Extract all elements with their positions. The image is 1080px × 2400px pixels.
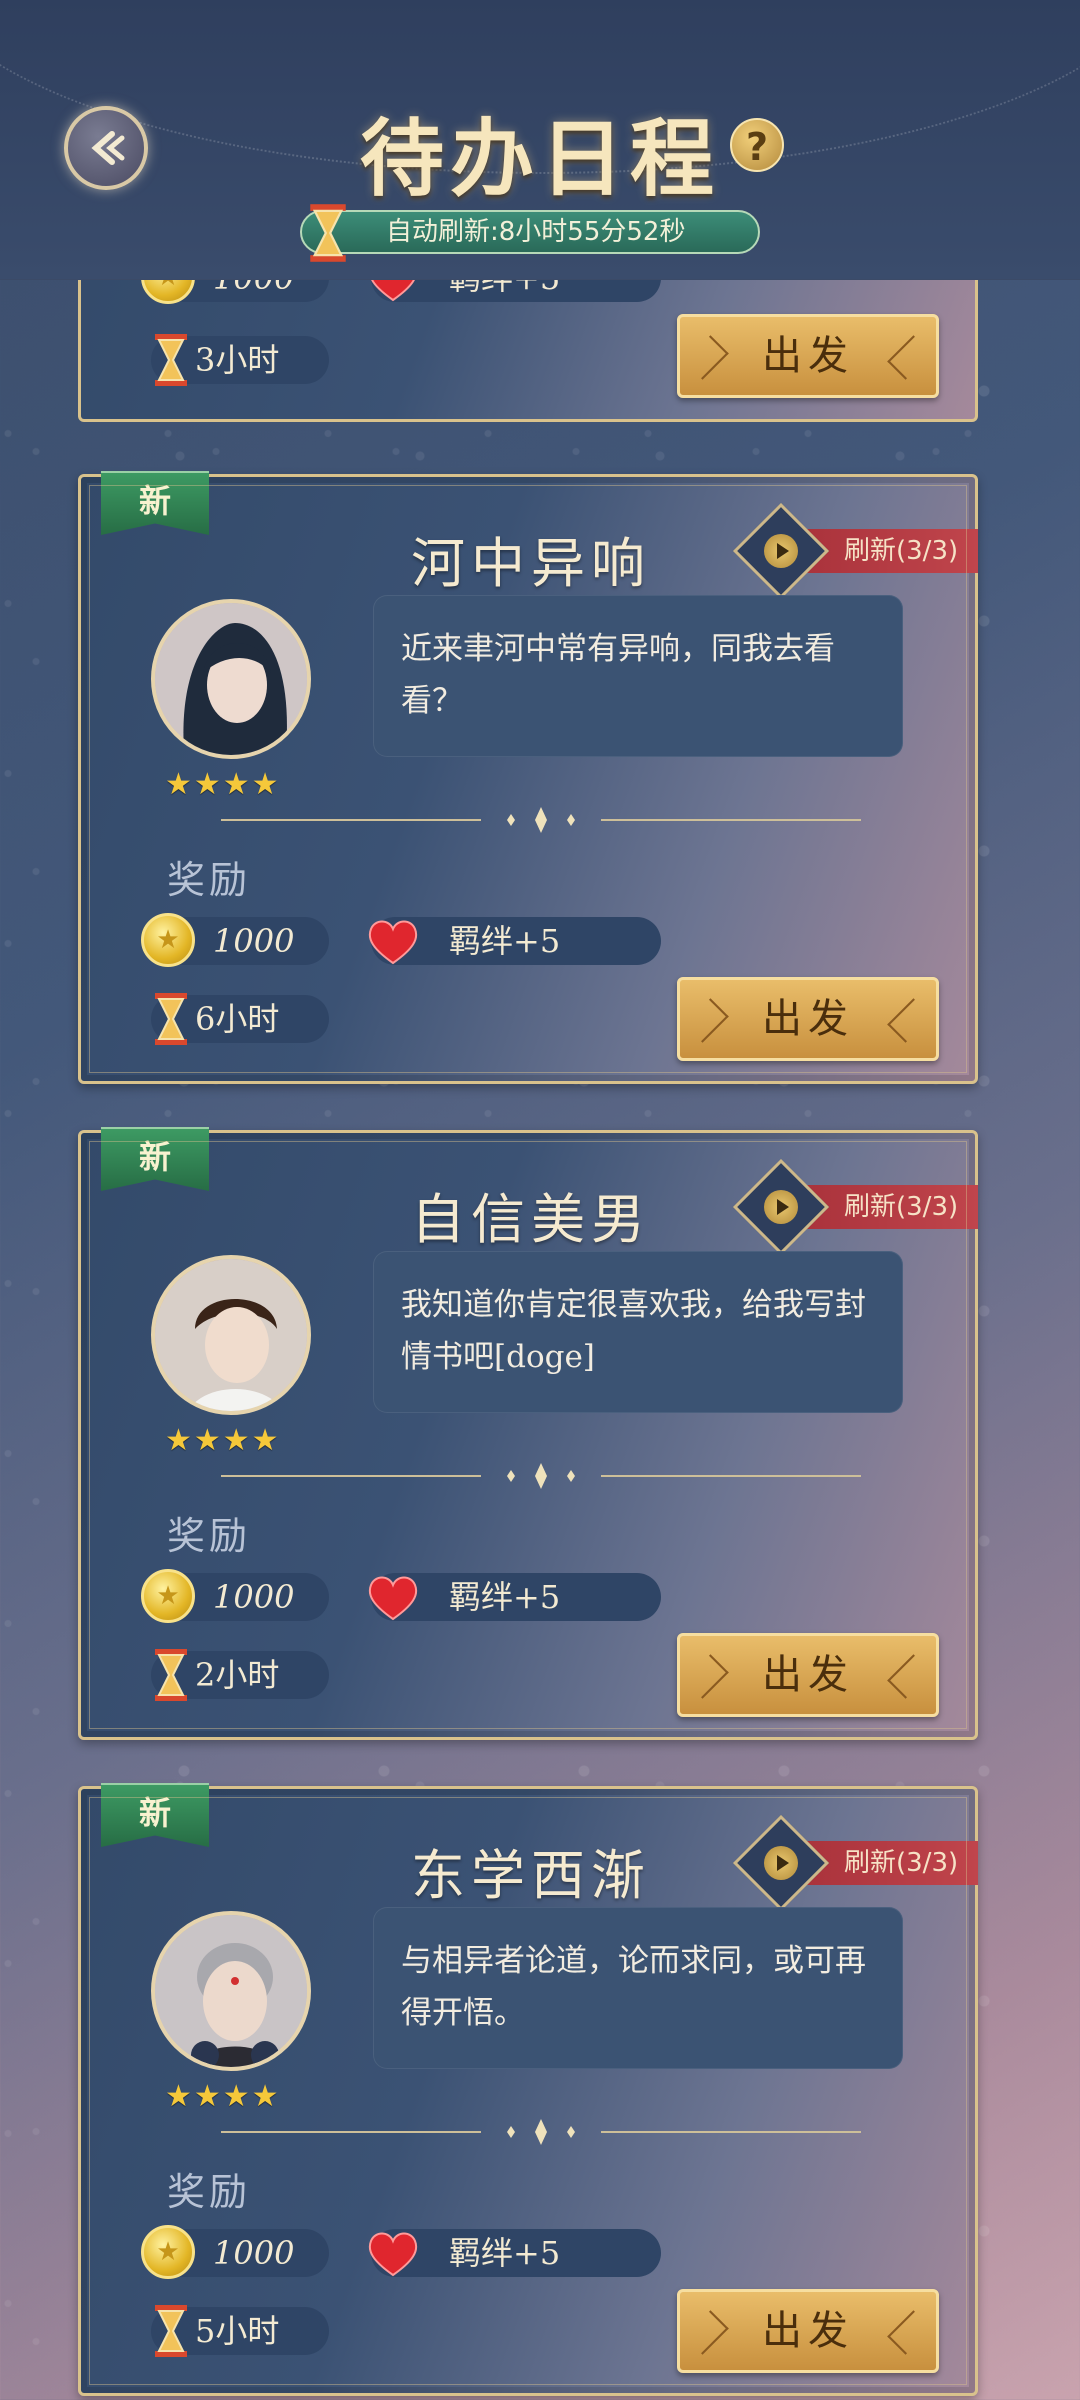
- time-amount: 3小时: [195, 341, 280, 379]
- bond-reward: 羁绊+5: [368, 2229, 661, 2277]
- time-cost: 2小时: [151, 1649, 329, 1701]
- go-button[interactable]: 出发: [677, 1633, 939, 1717]
- time-cost: 5小时: [151, 2305, 329, 2357]
- heart-icon: [368, 1576, 418, 1621]
- go-button[interactable]: 出发: [677, 2289, 939, 2373]
- bond-reward: 羁绊+5: [368, 1573, 661, 1621]
- task-dialog: 与相异者论道，论而求同，或可再得开悟。: [373, 1907, 903, 2069]
- go-button[interactable]: 出发: [677, 977, 939, 1061]
- page-title: 待办日程: [359, 109, 720, 208]
- bond-amount: 羁绊+5: [449, 922, 561, 960]
- hourglass-icon: [310, 204, 346, 262]
- heart-icon: [368, 920, 418, 965]
- coin-icon: [141, 913, 195, 967]
- time-amount: 6小时: [195, 1000, 280, 1038]
- time-amount: 5小时: [195, 2312, 280, 2350]
- coin-amount: 1000: [213, 2234, 295, 2272]
- star-rating: ★★★★: [165, 1423, 281, 1458]
- hourglass-icon: [155, 993, 187, 1045]
- bond-amount: 羁绊+5: [449, 2234, 561, 2272]
- star-rating: ★★★★: [165, 2079, 281, 2114]
- help-icon[interactable]: ?: [730, 118, 784, 172]
- task-card: 新 自信美男 刷新(3/3) ★★★★ 我知道你肯定很喜欢我，给我写封情书吧[d…: [78, 1127, 978, 1740]
- task-dialog: 我知道你肯定很喜欢我，给我写封情书吧[doge]: [373, 1251, 903, 1413]
- bond-amount: 羁绊+5: [449, 1578, 561, 1616]
- task-card: 新 河中异响 刷新(3/3) ★★★★ 近来聿河中常有异响，同我去看看？ 奖励 …: [78, 471, 978, 1084]
- go-button[interactable]: 出发: [677, 314, 939, 398]
- header: 待办日程 ? 自动刷新:8小时55分52秒: [0, 0, 1080, 280]
- avatar: [151, 1911, 311, 2071]
- bond-reward: 羁绊+5: [368, 917, 661, 965]
- time-cost: 6小时: [151, 993, 329, 1045]
- coin-icon: [141, 2225, 195, 2279]
- coin-reward: 1000: [141, 2225, 329, 2279]
- auto-refresh-timer: 自动刷新:8小时55分52秒: [300, 204, 760, 262]
- coin-amount: 1000: [213, 1578, 295, 1616]
- divider: [221, 807, 861, 833]
- star-rating: ★★★★: [165, 767, 281, 802]
- heart-icon: [368, 2232, 418, 2277]
- hourglass-icon: [155, 334, 187, 386]
- time-amount: 2小时: [195, 1656, 280, 1694]
- avatar: [151, 599, 311, 759]
- coin-reward: 1000: [141, 1569, 329, 1623]
- reward-label: 奖励: [167, 2170, 252, 2214]
- coin-amount: 1000: [213, 922, 295, 960]
- avatar: [151, 1255, 311, 1415]
- task-dialog: 近来聿河中常有异响，同我去看看？: [373, 595, 903, 757]
- divider: [221, 1463, 861, 1489]
- hourglass-icon: [155, 2305, 187, 2357]
- reward-label: 奖励: [167, 1514, 252, 1558]
- divider: [221, 2119, 861, 2145]
- reward-label: 奖励: [167, 858, 252, 902]
- auto-refresh-text: 自动刷新:8小时55分52秒: [386, 217, 686, 247]
- task-card: 新 东学西渐 刷新(3/3) ★★★★ 与相异者论道，论而求同，或可再得开悟。 …: [78, 1783, 978, 2396]
- coin-icon: [141, 1569, 195, 1623]
- coin-reward: 1000: [141, 913, 329, 967]
- time-cost: 3小时: [151, 334, 329, 386]
- hourglass-icon: [155, 1649, 187, 1701]
